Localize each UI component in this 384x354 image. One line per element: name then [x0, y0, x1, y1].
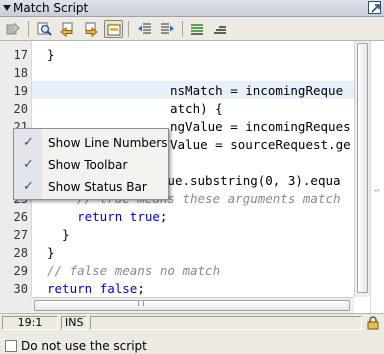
- find-previous-icon[interactable]: [58, 20, 77, 38]
- line-number: 29: [13, 264, 28, 278]
- menu-item-label: Show Status Bar: [48, 180, 147, 194]
- toggle-highlight-icon[interactable]: [104, 20, 123, 38]
- status-bar: 19:1 INS: [0, 313, 384, 331]
- disable-script-checkbox[interactable]: [5, 340, 17, 352]
- options-area: Do not use the script: [0, 331, 384, 354]
- code-line-comment: // false means no match: [47, 263, 221, 278]
- caret-marker-icon: -·: [374, 186, 381, 196]
- menu-item-label: Show Toolbar: [48, 158, 128, 172]
- context-menu: ✓ Show Line Numbers ✓ Show Toolbar ✓ Sho…: [13, 128, 169, 200]
- horizontal-scroll-thumb[interactable]: [34, 300, 350, 311]
- code-editor[interactable]: 17 18 19 20 21 22 23 24 25 26 27 28 29 3…: [0, 41, 384, 313]
- insert-mode: INS: [61, 316, 87, 330]
- line-number: 19: [13, 84, 28, 98]
- menu-item-label: Show Line Numbers: [48, 136, 168, 150]
- code-line: Value = sourceRequest.ge: [170, 137, 351, 152]
- panel-title-bar: Match Script: [0, 0, 384, 17]
- caret-position: 19:1: [2, 316, 58, 330]
- vertical-scroll-thumb[interactable]: [357, 43, 368, 293]
- code-line: nsMatch = incomingReque: [170, 83, 344, 98]
- horizontal-scrollbar[interactable]: [32, 297, 354, 313]
- collapse-triangle-icon[interactable]: [3, 5, 11, 11]
- code-line: ngValue = incomingReques: [170, 119, 351, 134]
- editor-toolbar: [0, 17, 384, 41]
- code-line: }: [47, 47, 55, 62]
- line-number: 18: [13, 66, 28, 80]
- check-icon: ✓: [23, 135, 34, 150]
- error-stripe: -·: [370, 41, 384, 313]
- comment-icon[interactable]: [188, 20, 207, 38]
- panel-title: Match Script: [13, 1, 89, 15]
- code-line: return false;: [47, 281, 145, 296]
- vertical-scrollbar[interactable]: [354, 41, 370, 297]
- menu-item-show-toolbar[interactable]: ✓ Show Toolbar: [14, 154, 168, 176]
- uncomment-icon[interactable]: [211, 20, 230, 38]
- line-number: 20: [13, 102, 28, 116]
- line-number: 30: [13, 282, 28, 296]
- line-number: 17: [13, 48, 28, 62]
- detach-window-icon[interactable]: [368, 1, 381, 14]
- menu-item-show-status-bar[interactable]: ✓ Show Status Bar: [14, 176, 168, 198]
- line-number: 28: [13, 246, 28, 260]
- disable-script-label[interactable]: Do not use the script: [21, 339, 147, 353]
- code-line: }: [47, 245, 55, 260]
- code-line: atch) {: [170, 101, 223, 116]
- line-number: 27: [13, 228, 28, 242]
- shift-right-icon[interactable]: [158, 20, 177, 38]
- menu-item-show-line-numbers[interactable]: ✓ Show Line Numbers: [14, 132, 168, 154]
- check-icon: ✓: [23, 157, 34, 172]
- find-icon[interactable]: [35, 20, 54, 38]
- code-line: }: [47, 227, 70, 242]
- check-icon: ✓: [23, 179, 34, 194]
- code-line: return true;: [77, 209, 168, 224]
- line-number: 26: [13, 210, 28, 224]
- find-next-icon[interactable]: [81, 20, 100, 38]
- script-icon[interactable]: [4, 20, 23, 38]
- shift-left-icon[interactable]: [135, 20, 154, 38]
